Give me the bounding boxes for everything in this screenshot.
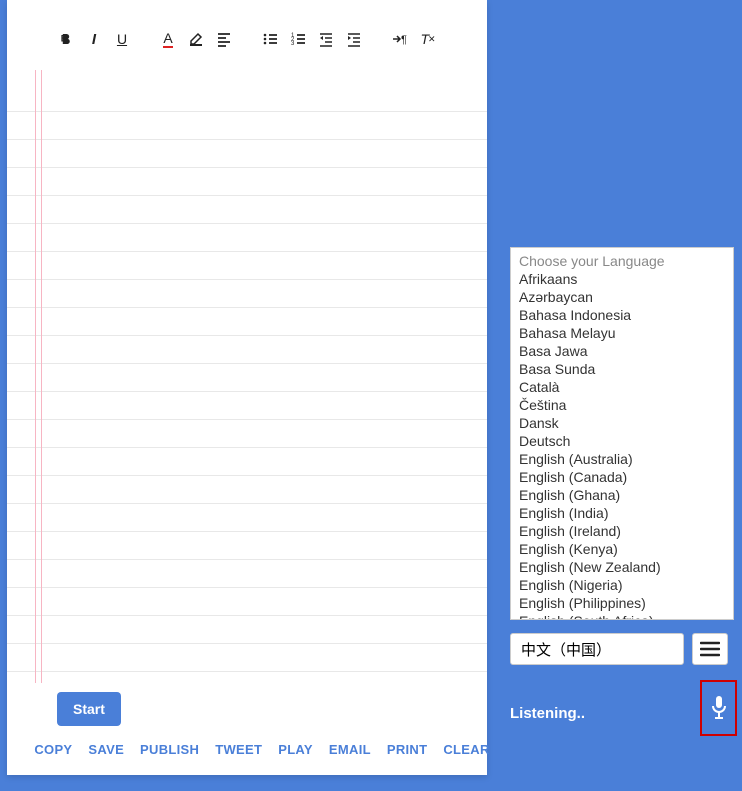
language-list-header: Choose your Language bbox=[511, 252, 733, 270]
unordered-list-button[interactable] bbox=[259, 28, 281, 50]
language-option[interactable]: English (Australia) bbox=[511, 450, 733, 468]
paragraph-dir-button[interactable]: ¶ bbox=[389, 28, 411, 50]
language-option[interactable]: English (Ghana) bbox=[511, 486, 733, 504]
copy-action[interactable]: COPY bbox=[34, 742, 72, 757]
language-option[interactable]: English (Canada) bbox=[511, 468, 733, 486]
clear-action[interactable]: CLEAR bbox=[443, 742, 489, 757]
language-select[interactable]: 中文（中国） bbox=[510, 633, 684, 665]
language-option[interactable]: Bahasa Indonesia bbox=[511, 306, 733, 324]
language-option[interactable]: English (Nigeria) bbox=[511, 576, 733, 594]
underline-button[interactable]: U bbox=[111, 28, 133, 50]
language-option[interactable]: Català bbox=[511, 378, 733, 396]
language-option[interactable]: English (India) bbox=[511, 504, 733, 522]
microphone-icon bbox=[709, 695, 729, 721]
align-button[interactable] bbox=[213, 28, 235, 50]
save-action[interactable]: SAVE bbox=[88, 742, 124, 757]
editor-footer: Start COPY SAVE PUBLISH TWEET PLAY EMAIL… bbox=[7, 680, 487, 775]
language-option[interactable]: English (South Africa) bbox=[511, 612, 733, 619]
email-action[interactable]: EMAIL bbox=[329, 742, 371, 757]
language-option[interactable]: Čeština bbox=[511, 396, 733, 414]
svg-text:¶: ¶ bbox=[401, 34, 407, 46]
font-color-button[interactable]: A bbox=[157, 28, 179, 50]
tweet-action[interactable]: TWEET bbox=[215, 742, 262, 757]
language-option[interactable]: Bahasa Melayu bbox=[511, 324, 733, 342]
status-text: Listening.. bbox=[510, 705, 585, 722]
language-select-value: 中文（中国） bbox=[521, 639, 611, 660]
editor-textarea[interactable] bbox=[7, 70, 487, 683]
microphone-button[interactable] bbox=[700, 680, 737, 736]
start-button[interactable]: Start bbox=[57, 692, 121, 726]
hamburger-icon bbox=[700, 641, 720, 657]
language-option[interactable]: Deutsch bbox=[511, 432, 733, 450]
language-option[interactable]: English (Ireland) bbox=[511, 522, 733, 540]
publish-action[interactable]: PUBLISH bbox=[140, 742, 199, 757]
ordered-list-button[interactable]: 123 bbox=[287, 28, 309, 50]
language-option[interactable]: Basa Sunda bbox=[511, 360, 733, 378]
italic-button[interactable]: I bbox=[83, 28, 105, 50]
bold-button[interactable]: B bbox=[55, 28, 77, 50]
language-option[interactable]: Basa Jawa bbox=[511, 342, 733, 360]
indent-button[interactable] bbox=[343, 28, 365, 50]
svg-text:3: 3 bbox=[291, 41, 295, 47]
language-option[interactable]: Azərbaycan bbox=[511, 288, 733, 306]
play-action[interactable]: PLAY bbox=[278, 742, 313, 757]
svg-text:B: B bbox=[61, 33, 68, 43]
menu-button[interactable] bbox=[692, 633, 728, 665]
language-option[interactable]: Dansk bbox=[511, 414, 733, 432]
language-option[interactable]: English (Kenya) bbox=[511, 540, 733, 558]
clear-format-button[interactable]: T✕ bbox=[417, 28, 439, 50]
print-action[interactable]: PRINT bbox=[387, 742, 428, 757]
highlight-button[interactable] bbox=[185, 28, 207, 50]
language-option[interactable]: English (Philippines) bbox=[511, 594, 733, 612]
language-list[interactable]: Choose your LanguageAfrikaansAzərbaycanB… bbox=[510, 247, 734, 620]
editor-panel: B I U A 123 ¶ T✕ Start COPY SAVE PUBLISH… bbox=[7, 0, 487, 775]
language-option[interactable]: English (New Zealand) bbox=[511, 558, 733, 576]
editor-toolbar: B I U A 123 ¶ T✕ bbox=[7, 0, 487, 70]
action-row: COPY SAVE PUBLISH TWEET PLAY EMAIL PRINT… bbox=[57, 742, 467, 757]
language-option[interactable]: Afrikaans bbox=[511, 270, 733, 288]
outdent-button[interactable] bbox=[315, 28, 337, 50]
